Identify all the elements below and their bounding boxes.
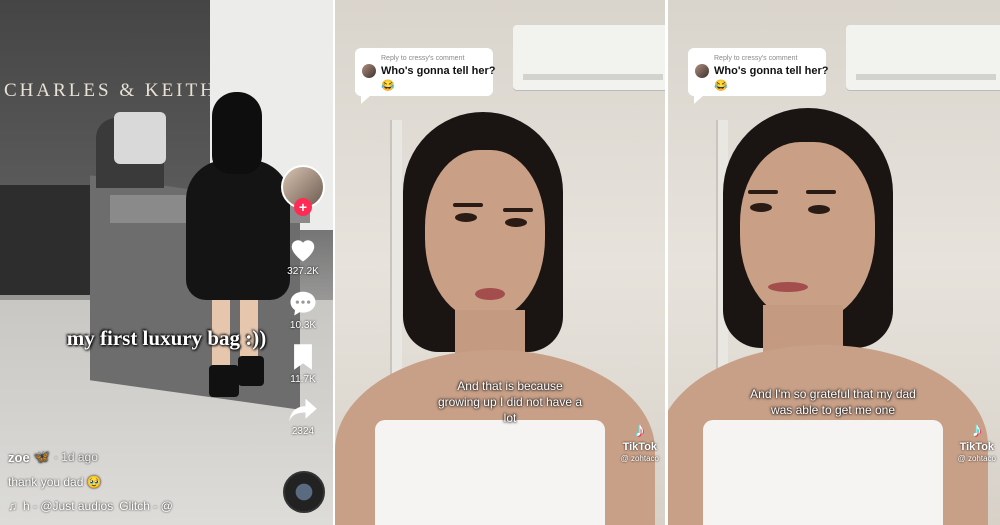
girl-hair — [212, 92, 262, 174]
tiktok-watermark: ♪ TikTok @ zohtaco — [958, 420, 996, 463]
comment-button[interactable]: 10.3K — [288, 289, 318, 331]
tank-top — [703, 420, 943, 525]
share-button[interactable]: 2324 — [288, 397, 318, 437]
video-panel-selfie-2[interactable]: Reply to cressy's comment Who's gonna te… — [668, 0, 1000, 525]
like-count: 327.2K — [287, 266, 319, 277]
reply-comment-sticker[interactable]: Reply to cressy's comment Who's gonna te… — [688, 48, 829, 104]
creator-avatar-button[interactable]: + — [281, 165, 325, 216]
tiktok-handle: @ zohtaco — [620, 454, 659, 463]
music-disc-icon[interactable] — [283, 471, 325, 513]
video-description: thank you dad 🥹 — [8, 475, 102, 489]
reply-comment-sticker[interactable]: Reply to cressy's comment Who's gonna te… — [355, 48, 496, 104]
girl-boot — [238, 356, 264, 386]
tiktok-watermark: ♪ TikTok @ zohtaco — [621, 420, 659, 463]
bookmark-icon[interactable] — [291, 343, 315, 371]
music-title[interactable]: h - @Just audios — [23, 499, 113, 513]
commenter-avatar — [695, 64, 709, 78]
commenter-avatar — [362, 64, 376, 78]
eyebrow — [453, 203, 483, 207]
music-title-2[interactable]: Glitch - @ — [119, 499, 173, 513]
eye — [455, 213, 477, 222]
tiktok-brand: TikTok — [959, 441, 995, 453]
eyebrow — [806, 190, 836, 194]
music-ticker[interactable]: ♫ h - @Just audios Glitch - @ — [8, 499, 288, 513]
save-count: 11.7K — [290, 374, 316, 385]
video-subtitle: And that is because growing up I did not… — [437, 379, 583, 425]
like-button[interactable]: 327.2K — [287, 235, 319, 277]
video-info: zoe 🦋 · 1d ago thank you dad 🥹 ♫ h - @Ju… — [8, 449, 288, 513]
face — [740, 142, 875, 322]
tiktok-note-icon: ♪ — [971, 419, 982, 441]
reply-label: Reply to cressy's comment — [381, 55, 465, 62]
tiktok-note-icon: ♪ — [634, 419, 645, 441]
save-button[interactable]: 11.7K — [290, 343, 316, 385]
eye — [808, 205, 830, 214]
video-panel-selfie-1[interactable]: Reply to cressy's comment Who's gonna te… — [335, 0, 665, 525]
share-count: 2324 — [291, 426, 315, 437]
reply-label: Reply to cressy's comment — [714, 55, 798, 62]
reply-comment-text: Who's gonna tell her? — [714, 65, 829, 77]
eye — [750, 203, 772, 212]
tank-top — [375, 420, 605, 525]
laughing-emoji: 😂 — [381, 80, 395, 92]
eyebrow — [503, 208, 533, 212]
girl-jacket — [186, 160, 290, 300]
laughing-emoji: 😂 — [714, 80, 728, 92]
girl-boot — [209, 365, 239, 397]
video-panel-store[interactable]: CHARLES & KEITH my first luxury bag :)) … — [0, 0, 333, 525]
follow-plus-icon[interactable]: + — [294, 198, 312, 216]
username[interactable]: zoe — [8, 450, 30, 465]
music-note-icon: ♫ — [8, 499, 17, 513]
butterfly-emoji: 🦋 — [33, 449, 50, 464]
store-sign: CHARLES & KEITH — [4, 80, 217, 101]
tiktok-brand: TikTok — [622, 441, 658, 453]
post-time: · 1d ago — [53, 450, 98, 464]
side-action-bar: + 327.2K 10.3K 11.7K 2324 — [279, 165, 327, 449]
air-conditioner — [846, 25, 1000, 90]
eye — [505, 218, 527, 227]
luxury-bag — [114, 112, 166, 164]
comment-bubble-icon[interactable] — [288, 289, 318, 317]
mouth — [768, 282, 808, 292]
reply-comment-text: Who's gonna tell her? — [381, 65, 496, 77]
comment-count: 10.3K — [289, 320, 317, 331]
share-arrow-icon[interactable] — [288, 397, 318, 423]
air-conditioner — [513, 25, 665, 90]
video-subtitle: And I'm so grateful that my dad was able… — [750, 387, 916, 417]
eyebrow — [748, 190, 778, 194]
tiktok-handle: @ zohtaco — [957, 454, 996, 463]
mouth — [475, 288, 505, 300]
heart-icon[interactable] — [288, 235, 318, 263]
